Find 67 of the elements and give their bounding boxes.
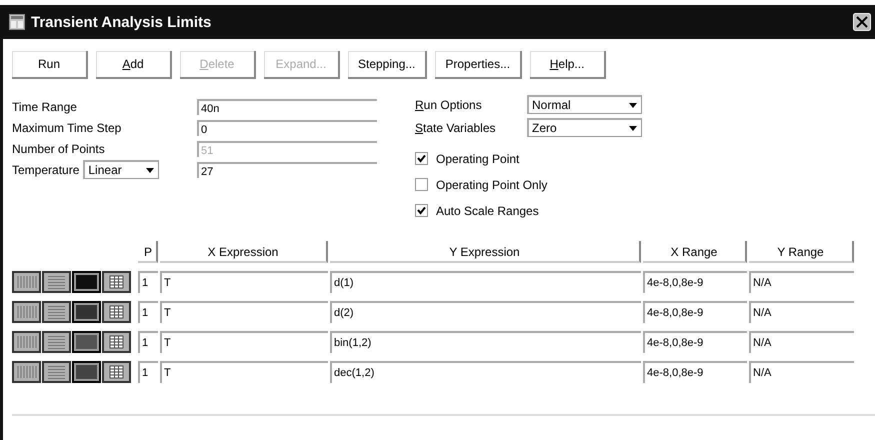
horizontal-lines-icon[interactable] bbox=[42, 361, 71, 383]
table-cell[interactable]: 1 bbox=[138, 361, 158, 383]
grid-icon[interactable] bbox=[102, 301, 131, 323]
table-cell[interactable]: T bbox=[160, 301, 328, 323]
vertical-lines-icon[interactable] bbox=[12, 301, 41, 323]
checkbox[interactable] bbox=[415, 178, 428, 191]
dropdown[interactable]: Zero bbox=[527, 118, 642, 137]
table-cell[interactable]: 4e-8,0,8e-9 bbox=[643, 271, 747, 293]
field-label: Maximum Time Step bbox=[12, 120, 122, 134]
table-cell[interactable]: dec(1,2) bbox=[330, 361, 641, 383]
grid-icon[interactable] bbox=[102, 271, 131, 293]
horizontal-lines-icon[interactable] bbox=[42, 301, 71, 323]
input-field[interactable]: 27 bbox=[197, 162, 377, 178]
column-header[interactable]: X Expression bbox=[160, 241, 328, 263]
window-title: Transient Analysis Limits bbox=[31, 14, 212, 30]
field-label: Number of Points bbox=[12, 142, 106, 156]
input-field[interactable]: 40n bbox=[197, 98, 377, 114]
column-header[interactable]: Y Expression bbox=[330, 241, 641, 263]
table-cell[interactable]: T bbox=[160, 331, 328, 353]
option-label: State Variables bbox=[415, 120, 497, 134]
table-cell[interactable]: N/A bbox=[749, 331, 854, 353]
option-label: Run Options bbox=[415, 98, 483, 112]
toolbar-button[interactable]: Run bbox=[12, 51, 88, 79]
vertical-lines-icon[interactable] bbox=[12, 361, 41, 383]
table-cell[interactable]: N/A bbox=[749, 361, 854, 383]
grid-icon[interactable] bbox=[102, 361, 131, 383]
table-cell[interactable]: d(1) bbox=[330, 271, 641, 293]
toolbar-button[interactable]: Help... bbox=[530, 51, 606, 79]
color-swatch[interactable] bbox=[74, 273, 99, 291]
column-header[interactable]: X Range bbox=[643, 241, 747, 263]
table-cell[interactable]: bin(1,2) bbox=[330, 331, 641, 353]
table-cell[interactable]: 1 bbox=[138, 271, 158, 293]
vertical-lines-icon[interactable] bbox=[12, 271, 41, 293]
toolbar-button[interactable]: Add bbox=[96, 51, 172, 79]
table-cell[interactable]: 1 bbox=[138, 331, 158, 353]
table-cell[interactable]: T bbox=[160, 271, 328, 293]
checkbox-label: Auto Scale Ranges bbox=[436, 204, 539, 218]
vertical-lines-icon[interactable] bbox=[12, 331, 41, 353]
checkbox-label: Operating Point bbox=[436, 152, 520, 166]
field-label: Time Range bbox=[12, 100, 78, 114]
column-header[interactable]: P bbox=[138, 241, 158, 263]
table-cell[interactable]: d(2) bbox=[330, 301, 641, 323]
horizontal-lines-icon[interactable] bbox=[42, 271, 71, 293]
horizontal-lines-icon[interactable] bbox=[42, 331, 71, 353]
table-cell[interactable]: 4e-8,0,8e-9 bbox=[643, 361, 747, 383]
input-field[interactable]: 0 bbox=[197, 120, 377, 136]
table-cell[interactable]: N/A bbox=[749, 271, 854, 293]
table-cell[interactable]: 4e-8,0,8e-9 bbox=[643, 301, 747, 323]
window-icon bbox=[9, 14, 25, 30]
color-swatch[interactable] bbox=[74, 363, 99, 381]
column-header[interactable]: Y Range bbox=[749, 241, 854, 263]
checkbox[interactable] bbox=[415, 204, 428, 217]
toolbar-button[interactable]: Stepping... bbox=[348, 51, 428, 79]
table-cell[interactable]: 4e-8,0,8e-9 bbox=[643, 331, 747, 353]
mode-dropdown[interactable]: Linear bbox=[83, 160, 160, 179]
field-label: Temperature bbox=[12, 162, 80, 176]
toolbar-button[interactable]: Properties... bbox=[435, 51, 522, 79]
table-cell[interactable]: T bbox=[160, 361, 328, 383]
grid-icon[interactable] bbox=[102, 331, 131, 353]
color-swatch[interactable] bbox=[74, 303, 99, 321]
table-cell[interactable]: 1 bbox=[138, 301, 158, 323]
checkbox-label: Operating Point Only bbox=[436, 178, 548, 192]
dropdown[interactable]: Normal bbox=[527, 95, 642, 114]
color-swatch[interactable] bbox=[74, 333, 99, 351]
close-icon[interactable] bbox=[853, 13, 871, 31]
table-cell[interactable]: N/A bbox=[749, 301, 854, 323]
checkbox[interactable] bbox=[415, 152, 428, 165]
